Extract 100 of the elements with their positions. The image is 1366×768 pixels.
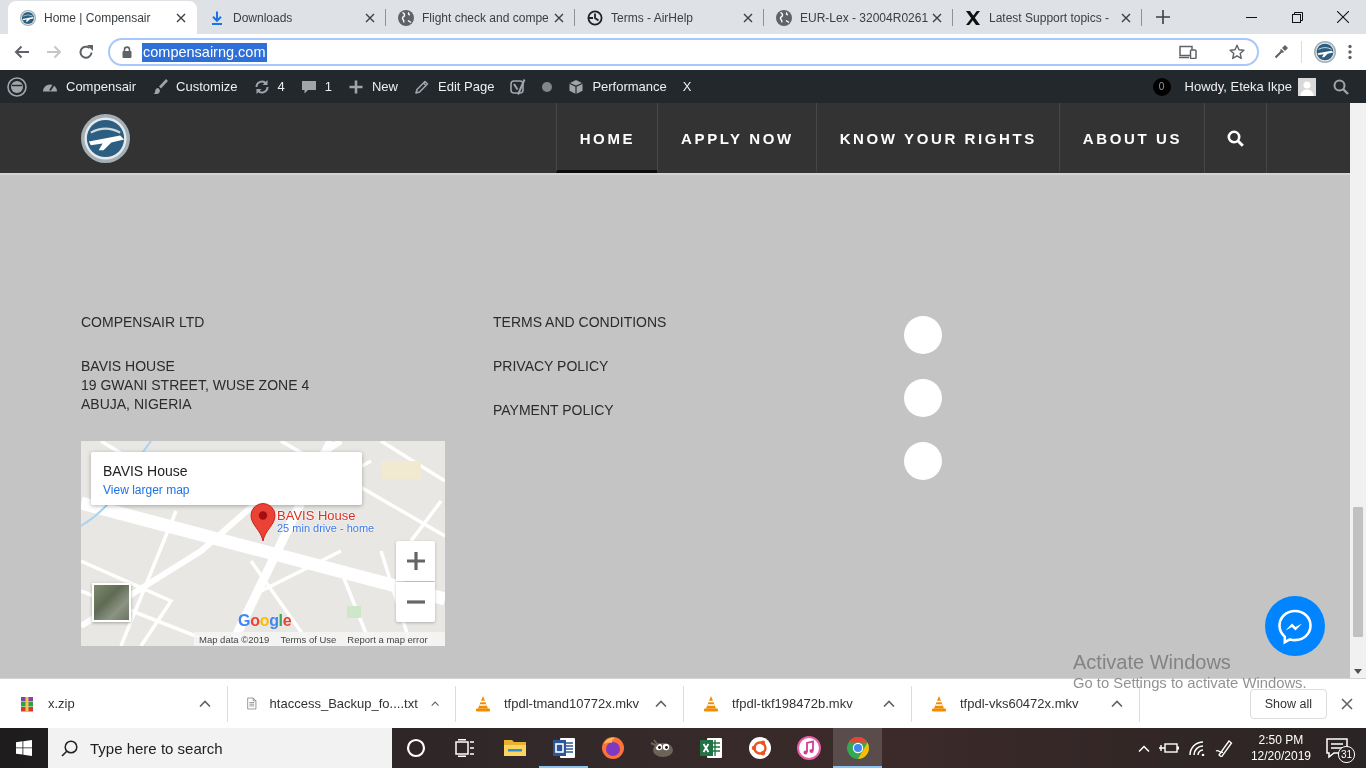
footer-link[interactable]: PRIVACY POLICY bbox=[493, 357, 904, 376]
url-text[interactable]: compensairng.com bbox=[142, 42, 267, 62]
search-icon[interactable] bbox=[1227, 129, 1244, 147]
more-menu-icon[interactable] bbox=[1348, 44, 1352, 60]
nav-link[interactable]: ABOUT US bbox=[1058, 103, 1204, 173]
zoom-out-button[interactable] bbox=[396, 582, 435, 622]
round-logo-icon bbox=[20, 9, 36, 26]
battery-plug-icon[interactable] bbox=[1158, 741, 1179, 755]
windows-logo-icon[interactable] bbox=[16, 740, 32, 756]
new-tab-icon[interactable] bbox=[1156, 10, 1170, 24]
company-name: COMPENSAIR LTD bbox=[81, 313, 206, 332]
marker-label[interactable]: BAVIS House bbox=[277, 508, 356, 523]
browser-tab[interactable]: Downloads bbox=[197, 1, 386, 34]
devices-icon[interactable] bbox=[1179, 45, 1197, 59]
site-logo[interactable] bbox=[81, 113, 130, 163]
x-logo-icon bbox=[965, 9, 981, 26]
marker-travel-time: 25 min drive - home bbox=[277, 522, 375, 535]
edit-page-link[interactable]: Edit Page bbox=[406, 70, 503, 103]
satellite-thumbnail[interactable] bbox=[92, 583, 131, 622]
traffic-cone-icon bbox=[931, 695, 947, 712]
search-icon bbox=[61, 739, 78, 757]
cube-icon bbox=[568, 78, 585, 95]
footer-link[interactable]: TERMS AND CONDITIONS bbox=[493, 313, 904, 332]
square-mark-icon[interactable] bbox=[510, 78, 527, 95]
download-item[interactable]: x.zip bbox=[0, 685, 228, 722]
scrollbar-thumb[interactable] bbox=[1353, 507, 1363, 637]
document-icon bbox=[247, 695, 257, 712]
plus-icon bbox=[406, 552, 425, 570]
chevron-up-icon[interactable] bbox=[655, 700, 667, 707]
reload-icon[interactable] bbox=[78, 44, 94, 60]
pencil-icon bbox=[414, 78, 430, 95]
scroll-down-arrow-icon[interactable] bbox=[1354, 669, 1362, 674]
close-tab-icon[interactable] bbox=[743, 12, 753, 23]
new-content-link[interactable]: New bbox=[340, 70, 406, 103]
download-item[interactable]: tfpdl-tmand10772x.mkv bbox=[456, 685, 684, 722]
activation-title: Activate Windows bbox=[1073, 651, 1232, 674]
download-item[interactable]: htaccess_Backup_fo....txt bbox=[228, 685, 456, 722]
close-tab-icon[interactable] bbox=[554, 12, 564, 23]
chevron-up-icon[interactable] bbox=[199, 700, 211, 707]
status-dot-icon bbox=[542, 81, 553, 92]
zoom-in-button[interactable] bbox=[396, 541, 435, 581]
browser-tab[interactable]: Home | Compensair bbox=[8, 1, 197, 34]
chevron-up-icon[interactable] bbox=[430, 700, 439, 707]
account-greeting[interactable]: Howdy, Eteka Ikpe bbox=[1184, 79, 1292, 94]
close-window-icon[interactable] bbox=[1337, 11, 1349, 23]
show-all-button[interactable]: Show all bbox=[1249, 688, 1327, 719]
taskbar-clock[interactable]: 2:50 PM 12/20/2019 bbox=[1250, 732, 1311, 764]
browser-tab[interactable]: Latest Support topics - bbox=[953, 1, 1142, 34]
search-input[interactable]: Type here to search bbox=[90, 736, 380, 760]
bookmark-star-icon[interactable] bbox=[1229, 44, 1245, 60]
circle-logo-icon[interactable] bbox=[7, 76, 27, 97]
x-menu-item[interactable]: X bbox=[674, 70, 700, 103]
site-name-link[interactable]: Compensair bbox=[34, 70, 145, 103]
close-tab-icon[interactable] bbox=[176, 12, 186, 23]
close-tab-icon[interactable] bbox=[365, 12, 375, 23]
close-tab-icon[interactable] bbox=[932, 12, 942, 23]
footer-link[interactable]: PAYMENT POLICY bbox=[493, 401, 904, 420]
flame-globe-icon bbox=[600, 736, 625, 760]
address-line: 19 GWANI STREET, WUSE ZONE 4 bbox=[81, 376, 311, 395]
view-larger-map-link[interactable]: View larger map bbox=[103, 482, 190, 498]
nav-link[interactable]: KNOW YOUR RIGHTS bbox=[815, 103, 1059, 173]
comments-link[interactable]: 1 bbox=[292, 70, 340, 103]
chat-bubble-icon[interactable] bbox=[1265, 596, 1325, 656]
map-pin-icon[interactable] bbox=[250, 503, 276, 541]
close-tab-icon[interactable] bbox=[1121, 12, 1131, 23]
nav-link[interactable]: APPLY NOW bbox=[657, 103, 816, 173]
chevron-up-icon[interactable] bbox=[883, 700, 895, 707]
taskbar-search-box[interactable]: Type here to search bbox=[48, 728, 392, 768]
restore-icon[interactable] bbox=[1291, 11, 1303, 23]
download-icon bbox=[209, 9, 225, 26]
browser-tab[interactable]: Terms - AirHelp bbox=[575, 1, 764, 34]
task-view-icon[interactable] bbox=[455, 739, 475, 757]
address-bar[interactable]: compensairng.com bbox=[108, 38, 1259, 66]
search-icon[interactable] bbox=[1333, 78, 1349, 95]
back-arrow-icon[interactable] bbox=[14, 44, 30, 60]
browser-tab[interactable]: Flight check and compe bbox=[386, 1, 575, 34]
browser-logo-icon bbox=[845, 736, 870, 760]
chevron-up-icon[interactable] bbox=[1111, 700, 1123, 707]
profile-avatar-icon[interactable] bbox=[1314, 41, 1336, 63]
ring-icon[interactable] bbox=[406, 738, 426, 758]
place-name: BAVIS House bbox=[103, 462, 189, 480]
eyedropper-icon[interactable] bbox=[1273, 44, 1289, 60]
report-map-error-link[interactable]: Report a map error bbox=[347, 629, 428, 649]
updates-link[interactable]: 4 bbox=[245, 70, 293, 103]
ring-dots-icon bbox=[747, 736, 772, 760]
pen-icon[interactable] bbox=[1214, 739, 1233, 757]
lock-icon[interactable] bbox=[122, 46, 132, 58]
plus-icon bbox=[348, 78, 364, 95]
terms-of-use-link[interactable]: Terms of Use bbox=[280, 629, 337, 649]
performance-link[interactable]: Performance bbox=[560, 70, 675, 103]
notification-count[interactable]: 0 bbox=[1152, 77, 1171, 96]
user-avatar-icon[interactable] bbox=[1298, 77, 1316, 96]
download-item[interactable]: tfpdl-tkf198472b.mkv bbox=[684, 685, 912, 722]
customize-link[interactable]: Customize bbox=[144, 70, 246, 103]
document-tile-icon bbox=[551, 736, 576, 760]
close-icon[interactable] bbox=[1341, 697, 1353, 710]
notification-count: 31 bbox=[1338, 746, 1355, 763]
wifi-icon[interactable] bbox=[1187, 740, 1206, 756]
paintbrush-icon bbox=[152, 78, 169, 95]
browser-tab[interactable]: EUR-Lex - 32004R0261 bbox=[764, 1, 953, 34]
